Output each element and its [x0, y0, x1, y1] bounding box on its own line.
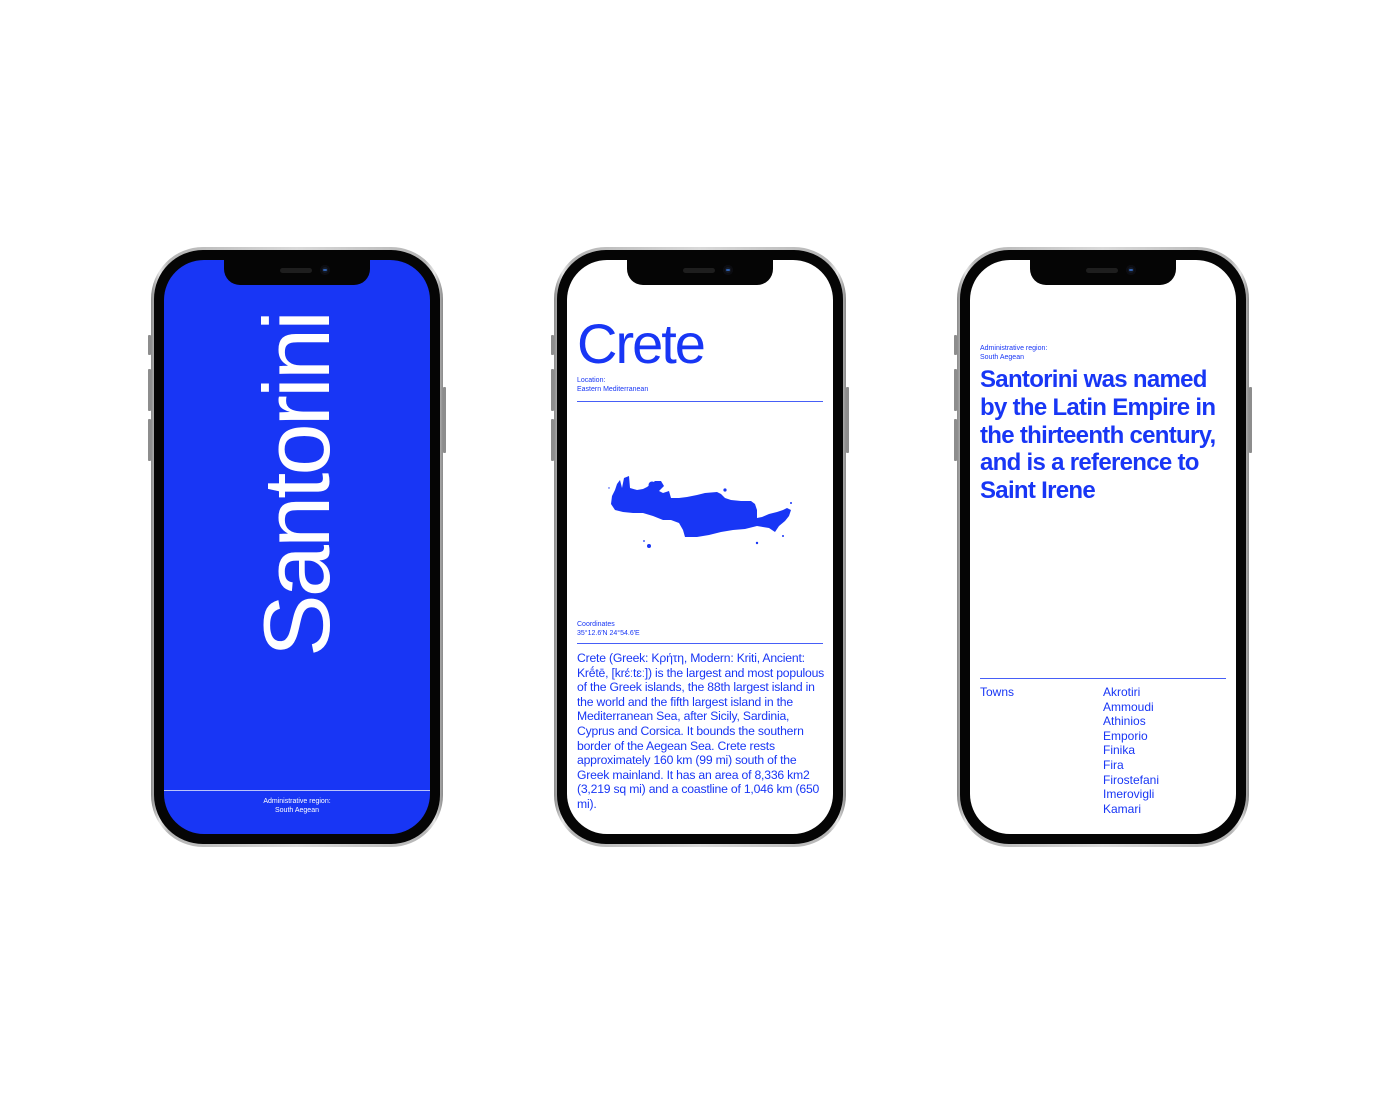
volume-down-button [954, 419, 957, 461]
town-item: Firostefani [1103, 772, 1160, 787]
phone-bezel: Santorini Administrative region: South A… [154, 250, 440, 844]
front-camera-icon [723, 265, 733, 275]
town-item: Imerovigli [1103, 787, 1155, 802]
volume-down-button [551, 419, 554, 461]
headline-quote: Santorini was named by the Latin Empire … [980, 366, 1216, 505]
coordinates-label: Coordinates [577, 621, 615, 628]
phone-mockup-crete: Crete Location: Eastern Mediterranean Co… [551, 247, 849, 847]
power-button [846, 387, 849, 453]
location-label: Location: [577, 377, 606, 384]
admin-region-label: Administrative region: [980, 345, 1048, 352]
screen-santorini-cover: Santorini Administrative region: South A… [164, 260, 430, 834]
admin-region-footer: Administrative region: South Aegean [164, 797, 430, 815]
town-item: Ammoudi [1103, 699, 1154, 714]
screen-santorini-info: Administrative region: South Aegean Sant… [970, 260, 1236, 834]
divider [164, 790, 430, 791]
phone-bezel: Administrative region: South Aegean Sant… [960, 250, 1246, 844]
volume-up-button [954, 369, 957, 411]
silent-switch [551, 335, 554, 355]
coordinates-block: Coordinates 35°12.6′N 24°54.6′E [577, 620, 640, 638]
speaker-grille [1086, 268, 1118, 273]
location-block: Location: Eastern Mediterranean [577, 376, 648, 394]
town-item: Emporio [1103, 728, 1148, 743]
admin-region-value: South Aegean [980, 354, 1024, 361]
silent-switch [148, 335, 151, 355]
divider [980, 678, 1226, 679]
town-item: Athinios [1103, 714, 1146, 729]
page-title: Crete [577, 312, 706, 375]
power-button [1249, 387, 1252, 453]
vertical-title: Santorini [244, 313, 349, 657]
speaker-grille [683, 268, 715, 273]
town-item: Fira [1103, 757, 1124, 772]
front-camera-icon [320, 265, 330, 275]
divider [577, 643, 823, 644]
admin-region-label: Administrative region: [263, 798, 331, 805]
town-item: Akrotiri [1103, 685, 1141, 699]
silent-switch [954, 335, 957, 355]
notch [224, 260, 370, 285]
phone-mockup-santorini-cover: Santorini Administrative region: South A… [148, 247, 446, 847]
phone-mockup-santorini-info: Administrative region: South Aegean Sant… [954, 247, 1252, 847]
town-item: Kamari [1103, 801, 1142, 816]
towns-list: Akrotiri Ammoudi Athinios Emporio Finika… [1103, 685, 1159, 816]
phone-bezel: Crete Location: Eastern Mediterranean Co… [557, 250, 843, 844]
description-paragraph: Crete (Greek: Κρήτη, Modern: Kriti, Anci… [577, 651, 825, 811]
speaker-grille [280, 268, 312, 273]
crete-island-map-icon [608, 476, 792, 548]
town-item: Finika [1103, 743, 1136, 758]
divider [577, 401, 823, 402]
volume-up-button [551, 369, 554, 411]
screen-crete: Crete Location: Eastern Mediterranean Co… [567, 260, 833, 834]
admin-region-block: Administrative region: South Aegean [980, 344, 1047, 362]
admin-region-value: South Aegean [275, 807, 319, 814]
notch [627, 260, 773, 285]
front-camera-icon [1126, 265, 1136, 275]
notch [1030, 260, 1176, 285]
volume-down-button [148, 419, 151, 461]
power-button [443, 387, 446, 453]
towns-label: Towns [980, 685, 1015, 699]
coordinates-value: 35°12.6′N 24°54.6′E [577, 630, 640, 637]
volume-up-button [148, 369, 151, 411]
location-value: Eastern Mediterranean [577, 386, 649, 393]
